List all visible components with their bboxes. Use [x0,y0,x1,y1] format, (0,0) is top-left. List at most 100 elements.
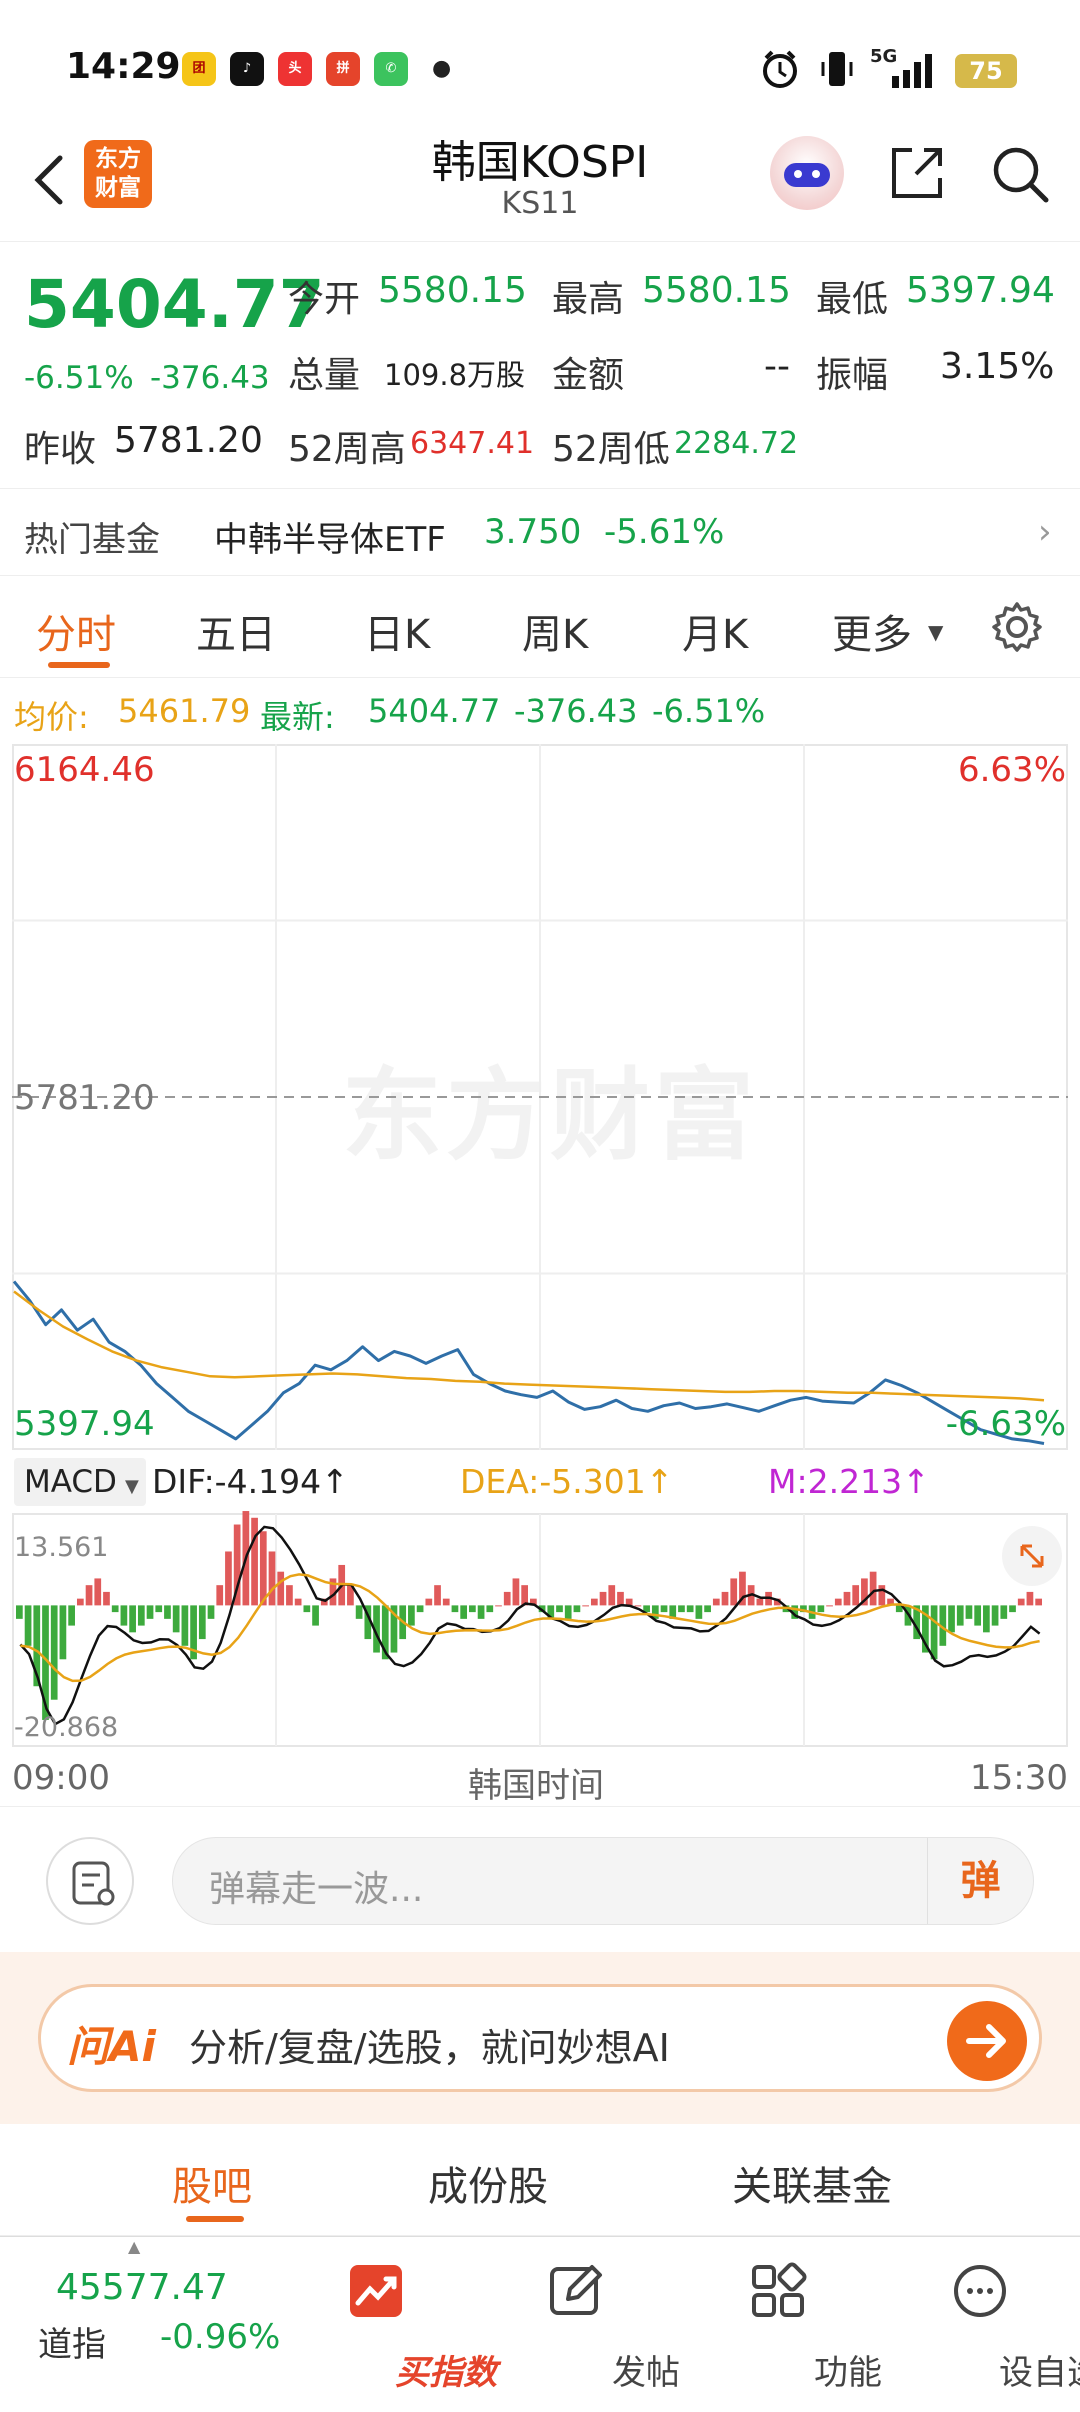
low-label: 最低 [816,279,889,320]
tab-constituents[interactable]: 成份股 [428,2154,548,2212]
volume-value: 109.8万股 [384,358,526,392]
tab-intraday[interactable]: 分时 [36,602,116,660]
tab-monthly-k[interactable]: 月K [682,602,748,660]
macd-dif: DIF:-4.194↑ [152,1462,349,1501]
alarm-icon [763,50,797,88]
macd-histogram-bar [451,1605,459,1613]
chart-canvas [12,744,1068,1747]
macd-histogram-bar [129,1605,136,1633]
tab-five-day[interactable]: 五日 [196,602,276,660]
ask-ai-go-button[interactable] [947,2001,1027,2081]
macd-histogram-bar [355,1605,363,1619]
y-bottom-value: 5397.94 [14,1404,155,1444]
tab-guba[interactable]: 股吧 [172,2154,252,2212]
macd-histogram-bar [704,1605,711,1613]
tab-weekly-k[interactable]: 周K [522,602,588,660]
gear-icon[interactable] [990,600,1044,654]
active-subtab-underline [186,2216,244,2222]
open-value: 5580.15 [378,270,527,311]
ask-ai-input[interactable]: 问Ai 分析/复盘/选股，就问妙想AI [38,1984,1042,2092]
wk52-high-label: 52周高 [288,429,406,470]
index-change[interactable]: -0.96% [160,2317,280,2357]
macd-histogram-bar [111,1605,119,1613]
share-icon[interactable] [886,142,948,204]
y-top-value: 6164.46 [14,750,155,790]
index-name[interactable]: 道指 [38,2317,106,2366]
current-price: 5404.77 [24,266,325,343]
macd-top-value: 13.561 [14,1532,109,1563]
signal-icon [892,54,932,88]
ai-assistant-robot-icon[interactable] [770,136,844,210]
macd-histogram-bar [76,1598,84,1606]
x-end-label: 15:30 [970,1758,1068,1798]
macd-histogram-bar [477,1605,485,1619]
tab-related-funds[interactable]: 关联基金 [732,2154,892,2212]
tab-more[interactable]: 更多 [832,602,912,660]
y-mid-value: 5781.20 [14,1078,155,1118]
battery-icon: 75 [955,54,1017,88]
macd-histogram-bar [286,1585,293,1606]
macd-histogram-bar [730,1578,738,1606]
macd-histogram-bar [408,1605,415,1626]
macd-histogram-bar [869,1571,877,1606]
macd-histogram-bar [16,1605,23,1619]
hot-fund-row[interactable]: 热门基金 中韩半导体ETF 3.750 -5.61% › [0,490,1080,576]
macd-histogram-bar [416,1605,424,1613]
back-arrow-icon[interactable] [26,150,76,210]
danmu-input[interactable]: 弹幕走一波... 弹 [172,1837,1034,1925]
macd-histogram-bar [817,1605,825,1613]
avg-value: 5461.79 [118,692,251,730]
macd-histogram-bar [826,1605,833,1607]
status-time: 14:29 [66,46,181,87]
x-start-label: 09:00 [12,1758,110,1798]
macd-histogram-bar [172,1605,180,1633]
search-icon[interactable] [988,142,1052,206]
danmu-toggle-button[interactable]: 弹 [927,1838,1033,1924]
macd-histogram-bar [852,1585,860,1606]
macd-histogram-bar [556,1605,563,1613]
indicator-select[interactable]: MACD ▼ [14,1458,146,1506]
chevron-right-icon: › [1038,512,1052,552]
macd-histogram-bar [974,1605,982,1626]
latest-label: 最新: [260,698,335,736]
macd-histogram-bar [678,1605,685,1613]
macd-histogram-bar [24,1605,32,1646]
macd-histogram-bar [991,1605,999,1626]
quote-panel: 5404.77 -6.51% -376.43 今开 5580.15 最高 558… [0,244,1080,489]
macd-histogram-bar [434,1585,441,1606]
app-icon-phone: ✆ [374,52,408,86]
high-value: 5580.15 [642,270,791,311]
ask-ai-banner: 问Ai 分析/复盘/选股，就问妙想AI [0,1952,1080,2124]
chart-info-line: 均价: 5461.79 最新: 5404.77 -376.43 -6.51% [0,690,1080,736]
macd-histogram-bar [495,1605,502,1607]
macd-histogram-bar [216,1585,224,1606]
danmu-settings-button[interactable] [46,1837,134,1925]
nav-post-label: 发帖 [612,2353,680,2393]
macd-histogram-bar [442,1598,450,1606]
macd-histogram-bar [573,1605,581,1613]
index-value[interactable]: 45577.47 [56,2267,228,2308]
macd-histogram-bar [695,1605,703,1619]
tab-daily-k[interactable]: 日K [364,602,430,660]
macd-histogram-bar [460,1605,468,1619]
intraday-chart[interactable]: 东方财富 6164.46 6.63% 5781.20 5397.94 -6.63… [12,744,1068,1748]
y-bottom-pct: -6.63% [945,1404,1066,1444]
ask-ai-text: 分析/复盘/选股，就问妙想AI [189,2026,670,2070]
macd-histogram-bar [181,1605,189,1646]
open-label: 今开 [288,279,361,320]
wk52-low-label: 52周低 [552,429,670,470]
danmu-placeholder: 弹幕走一波... [209,1869,424,1910]
latest-pct: -6.51% [652,692,766,730]
notification-dot-icon: ● [432,56,452,81]
expand-icon[interactable] [1002,1526,1062,1586]
macd-histogram-bar [259,1531,267,1606]
amplitude-value: 3.15% [940,346,1055,387]
average-price-line [13,1290,1045,1402]
change-pct: -6.51% [24,360,134,396]
more-circle-icon [954,2265,1006,2317]
macd-histogram-bar [712,1598,720,1606]
macd-histogram-bar [68,1605,75,1626]
y-top-pct: 6.63% [957,750,1066,790]
macd-histogram-bar [956,1605,964,1626]
macd-histogram-bar [1026,1591,1034,1606]
